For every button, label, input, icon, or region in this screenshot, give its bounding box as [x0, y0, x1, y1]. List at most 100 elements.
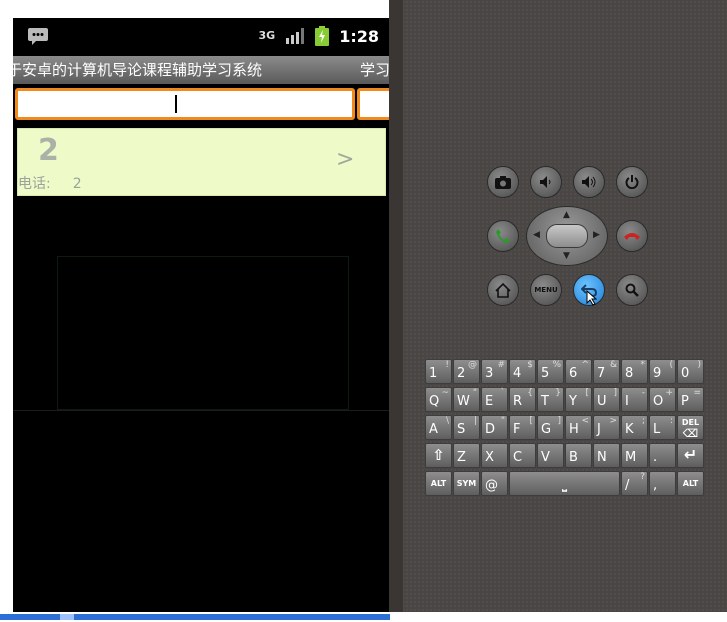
volume-up-button[interactable] — [573, 166, 605, 198]
key-j[interactable]: J > — [593, 415, 620, 440]
menu-button[interactable]: MENU — [530, 274, 562, 306]
emulator-screen[interactable]: 3G 1:28 于安卓的计算机导论课程辅助学习系统 学习 2 电话: 2 > — [13, 18, 389, 612]
divider — [13, 410, 389, 411]
key-d[interactable]: D " — [481, 415, 508, 440]
key-del[interactable]: DEL ⌫ — [677, 415, 704, 440]
emulator-controls-panel — [389, 0, 727, 622]
item-phone-label: 电话: — [18, 176, 51, 192]
home-button[interactable] — [487, 274, 519, 306]
key-h[interactable]: H < — [565, 415, 592, 440]
key-n[interactable]: N — [593, 443, 620, 468]
panel-edge — [389, 0, 403, 622]
camera-icon — [495, 175, 511, 189]
key-3[interactable]: 3 # — [481, 359, 508, 384]
key-w[interactable]: W " — [453, 387, 480, 412]
key-l[interactable]: L: — [649, 415, 676, 440]
hardware-keyboard: 1! 2 @ 3 # 4 $ 5% 6 ^ 7 & 8 * 9( 0) Q ~ W " E ` R… — [425, 359, 709, 497]
list-item[interactable]: 2 电话: 2 > — [17, 128, 386, 196]
key-i[interactable]: I- — [621, 387, 648, 412]
key-q[interactable]: Q ~ — [425, 387, 452, 412]
key-slash[interactable]: /? — [621, 471, 648, 496]
key-4[interactable]: 4 $ — [509, 359, 536, 384]
key-space[interactable]: ⎵ — [509, 471, 620, 496]
key-c[interactable]: C — [509, 443, 536, 468]
key-s[interactable]: S | — [453, 415, 480, 440]
signal-icon — [286, 28, 305, 44]
dpad-left-icon[interactable]: ◀ — [533, 230, 540, 240]
battery-icon — [315, 26, 330, 46]
key-a[interactable]: A \ — [425, 415, 452, 440]
end-call-button[interactable] — [616, 220, 648, 252]
key-shift[interactable]: ⇧ — [425, 443, 452, 468]
dpad[interactable]: ▲ ▼ ◀ ▶ — [526, 206, 608, 266]
key-5[interactable]: 5% — [537, 359, 564, 384]
search-icon — [625, 283, 639, 297]
app-title-right: 学习 — [360, 61, 389, 79]
key-1[interactable]: 1! — [425, 359, 452, 384]
key-at[interactable]: @ — [481, 471, 508, 496]
key-z[interactable]: Z — [453, 443, 480, 468]
key-f[interactable]: F[ — [509, 415, 536, 440]
horizontal-scrollbar[interactable] — [0, 614, 390, 620]
item-phone-value: 2 — [72, 176, 82, 192]
text-cursor — [175, 95, 177, 113]
home-icon — [495, 282, 511, 298]
key-alt-right[interactable]: ALT — [677, 471, 704, 496]
message-icon — [28, 28, 48, 45]
key-0[interactable]: 0) — [677, 359, 704, 384]
key-9[interactable]: 9( — [649, 359, 676, 384]
key-t[interactable]: T} — [537, 387, 564, 412]
enter-icon: ↵ — [683, 445, 698, 464]
dpad-center-button[interactable] — [546, 224, 588, 248]
key-v[interactable]: V — [537, 443, 564, 468]
camera-button[interactable] — [487, 166, 519, 198]
app-title: 于安卓的计算机导论课程辅助学习系统 — [13, 61, 263, 79]
call-icon — [496, 229, 510, 243]
key-u[interactable]: U] — [593, 387, 620, 412]
key-alt[interactable]: ALT — [425, 471, 452, 496]
power-icon — [625, 175, 639, 189]
key-7[interactable]: 7 & — [593, 359, 620, 384]
volume-up-icon — [582, 176, 596, 188]
key-2[interactable]: 2 @ — [453, 359, 480, 384]
clock: 1:28 — [339, 26, 379, 46]
key-sym[interactable]: SYM — [453, 471, 480, 496]
item-number: 2 — [38, 133, 59, 168]
dpad-up-icon[interactable]: ▲ — [563, 210, 570, 220]
key-b[interactable]: B — [565, 443, 592, 468]
key-x[interactable]: X — [481, 443, 508, 468]
backspace-icon: ⌫ — [682, 427, 699, 440]
network-type: 3G — [258, 29, 276, 42]
search-button[interactable] — [616, 274, 648, 306]
dpad-right-icon[interactable]: ▶ — [593, 230, 600, 240]
search-input[interactable] — [15, 88, 355, 120]
scrollbar-thumb[interactable] — [60, 614, 74, 620]
key-period[interactable]: . — [649, 443, 676, 468]
key-enter[interactable]: ↵ — [677, 443, 704, 468]
left-margin — [0, 0, 13, 622]
search-button-field[interactable] — [357, 88, 389, 120]
mouse-cursor-icon — [586, 290, 598, 306]
key-comma[interactable]: , — [649, 471, 676, 496]
dpad-down-icon[interactable]: ▼ — [563, 251, 570, 261]
power-button[interactable] — [616, 166, 648, 198]
space-icon: ⎵ — [562, 478, 567, 492]
call-button[interactable] — [487, 220, 519, 252]
item-phone: 电话: 2 — [18, 173, 82, 193]
key-o[interactable]: O + — [649, 387, 676, 412]
volume-down-button[interactable] — [530, 166, 562, 198]
key-y[interactable]: Y[ — [565, 387, 592, 412]
end-call-icon — [624, 233, 640, 240]
key-6[interactable]: 6 ^ — [565, 359, 592, 384]
key-k[interactable]: K; — [621, 415, 648, 440]
key-r[interactable]: R{ — [509, 387, 536, 412]
key-g[interactable]: G] — [537, 415, 564, 440]
key-p[interactable]: P = — [677, 387, 704, 412]
search-row — [13, 84, 389, 124]
shift-icon: ⇧ — [432, 446, 445, 464]
key-8[interactable]: 8 * — [621, 359, 648, 384]
key-e[interactable]: E ` — [481, 387, 508, 412]
key-m[interactable]: M — [621, 443, 648, 468]
chevron-right-icon: > — [336, 147, 355, 172]
empty-area — [57, 256, 349, 410]
